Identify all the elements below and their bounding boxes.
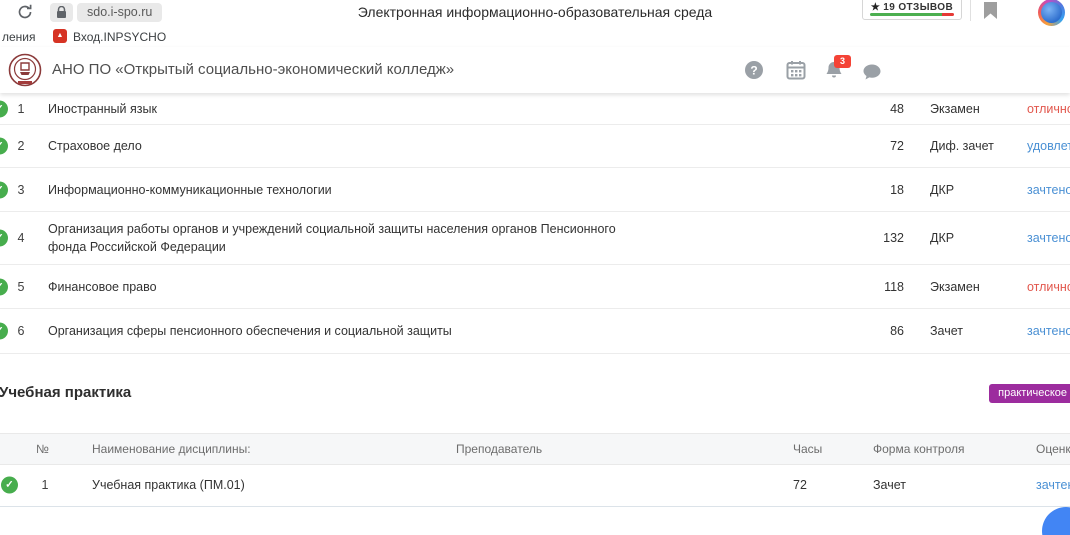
chat-icon[interactable] bbox=[862, 62, 882, 82]
row-number: 3 bbox=[12, 183, 30, 197]
grade-link[interactable]: зачтено bbox=[1027, 324, 1070, 338]
table-row: 4 Организация работы органов и учреждени… bbox=[0, 212, 1070, 265]
notification-badge: 3 bbox=[834, 55, 851, 68]
grades-table: 1 Иностранный язык 48 Экзамен отлично 2 … bbox=[0, 93, 1070, 354]
college-logo[interactable] bbox=[8, 53, 42, 87]
status-complete-icon bbox=[0, 278, 8, 295]
discipline-link[interactable]: Страховое дело bbox=[48, 137, 628, 155]
page-title: Электронная информационно-образовательна… bbox=[300, 4, 770, 20]
col-control-form: Форма контроля bbox=[873, 434, 965, 464]
grade-link[interactable]: зачтено bbox=[1027, 183, 1070, 197]
url-chip[interactable]: sdo.i-spo.ru bbox=[77, 3, 162, 22]
help-icon[interactable]: ? bbox=[744, 60, 764, 80]
control-form-value: Экзамен bbox=[930, 280, 980, 294]
status-complete-icon bbox=[1, 477, 18, 494]
control-form-value: Диф. зачет bbox=[930, 139, 994, 153]
hours-value: 86 bbox=[858, 324, 904, 338]
status-complete-icon bbox=[0, 181, 8, 198]
practice-row: 1 Учебная практика (ПМ.01) 72 Зачет зачт… bbox=[0, 464, 1070, 507]
hours-value: 132 bbox=[858, 231, 904, 245]
table-row: 1 Иностранный язык 48 Экзамен отлично bbox=[0, 93, 1070, 125]
col-number: № bbox=[36, 434, 49, 464]
bookmarks-bar: ления Вход.INPSYCHO bbox=[0, 26, 1070, 48]
hours-value: 18 bbox=[858, 183, 904, 197]
control-form-value: Зачет bbox=[930, 324, 963, 338]
reviews-label: 19 ОТЗЫВОВ bbox=[883, 2, 953, 13]
inpsycho-favicon bbox=[53, 29, 67, 43]
site-header: АНО ПО «Открытый социально-экономический… bbox=[0, 47, 1070, 93]
rating-bar bbox=[870, 13, 954, 16]
screen: sdo.i-spo.ru Электронная информационно-о… bbox=[0, 0, 1070, 535]
control-form-value: Экзамен bbox=[930, 102, 980, 116]
grade-link[interactable]: зачтено bbox=[1036, 478, 1070, 492]
row-number: 4 bbox=[12, 231, 30, 245]
fab-chat-button[interactable] bbox=[1042, 507, 1070, 535]
discipline-link[interactable]: Организация сферы пенсионного обеспечени… bbox=[48, 322, 628, 340]
discipline-link[interactable]: Иностранный язык bbox=[48, 99, 628, 117]
calendar-icon[interactable] bbox=[786, 60, 806, 80]
reload-icon[interactable] bbox=[16, 3, 34, 21]
status-complete-icon bbox=[0, 138, 8, 155]
bookmark-item-inpsycho[interactable]: Вход.INPSYCHO bbox=[73, 30, 166, 44]
row-number: 1 bbox=[12, 102, 30, 116]
grade-link[interactable]: отлично bbox=[1027, 102, 1070, 116]
status-complete-icon bbox=[0, 230, 8, 247]
grade-link[interactable]: зачтено bbox=[1027, 231, 1070, 245]
grade-link[interactable]: отлично bbox=[1027, 280, 1070, 294]
table-row: 2 Страховое дело 72 Диф. зачет удовлетво… bbox=[0, 125, 1070, 168]
practice-link[interactable]: Учебная практика (ПМ.01) bbox=[92, 478, 245, 492]
grade-link[interactable]: удовлетворительно bbox=[1027, 139, 1070, 153]
hours-value: 72 bbox=[793, 478, 807, 492]
control-form-value: ДКР bbox=[930, 231, 954, 245]
table-row: 5 Финансовое право 118 Экзамен отлично bbox=[0, 265, 1070, 309]
table-row: 3 Информационно-коммуникационные техноло… bbox=[0, 168, 1070, 212]
practice-table-header: № Наименование дисциплины: Преподаватель… bbox=[0, 433, 1070, 465]
browser-bar: sdo.i-spo.ru Электронная информационно-о… bbox=[0, 0, 1070, 26]
bookmark-item-partial[interactable]: ления bbox=[2, 30, 36, 44]
row-number: 2 bbox=[12, 139, 30, 153]
hours-value: 72 bbox=[858, 139, 904, 153]
status-complete-icon bbox=[0, 100, 8, 117]
col-grade: Оценка bbox=[1036, 434, 1070, 464]
control-form-value: Зачет bbox=[873, 478, 906, 492]
bookmark-icon[interactable] bbox=[984, 2, 997, 19]
row-number: 6 bbox=[12, 324, 30, 338]
discipline-link[interactable]: Финансовое право bbox=[48, 277, 628, 295]
col-teacher: Преподаватель bbox=[456, 434, 542, 464]
table-row: 6 Организация сферы пенсионного обеспече… bbox=[0, 309, 1070, 354]
discipline-link[interactable]: Организация работы органов и учреждений … bbox=[48, 220, 628, 256]
toolbar-divider bbox=[970, 0, 971, 21]
lock-icon[interactable] bbox=[50, 3, 73, 22]
practice-section-title: Учебная практика bbox=[0, 384, 131, 401]
row-number: 1 bbox=[36, 478, 54, 492]
hours-value: 118 bbox=[858, 280, 904, 294]
college-title: АНО ПО «Открытый социально-экономический… bbox=[52, 47, 454, 93]
star-icon bbox=[871, 2, 880, 13]
col-hours: Часы bbox=[793, 434, 822, 464]
status-complete-icon bbox=[0, 323, 8, 340]
svg-text:?: ? bbox=[750, 64, 757, 78]
control-form-value: ДКР bbox=[930, 183, 954, 197]
avatar[interactable] bbox=[1038, 0, 1065, 26]
col-discipline: Наименование дисциплины: bbox=[92, 434, 251, 464]
row-number: 5 bbox=[12, 280, 30, 294]
hours-value: 48 bbox=[858, 102, 904, 116]
reviews-button[interactable]: 19 ОТЗЫВОВ bbox=[862, 0, 962, 20]
practice-type-badge: практическое bbox=[989, 384, 1070, 403]
discipline-link[interactable]: Информационно-коммуникационные технологи… bbox=[48, 180, 628, 198]
